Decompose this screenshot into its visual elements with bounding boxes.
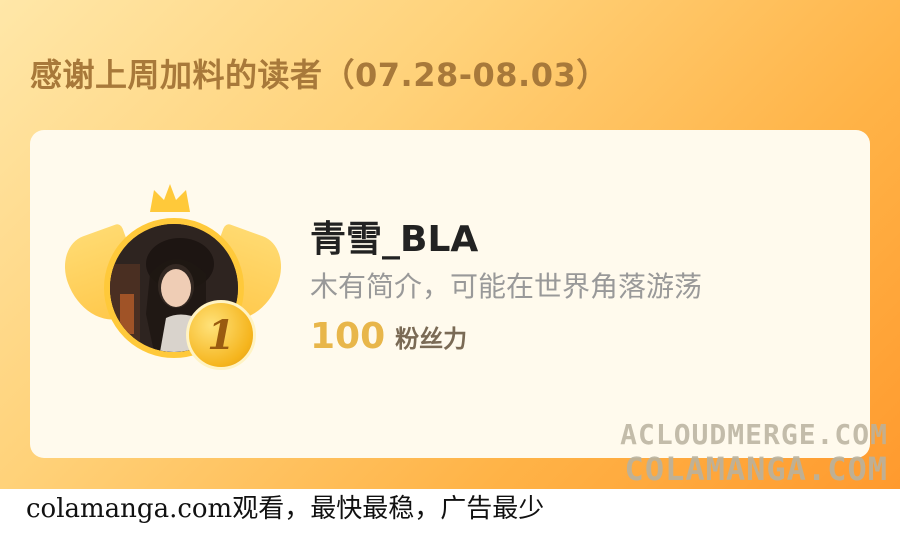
fans-power: 100 粉丝力 — [310, 316, 467, 357]
avatar-frame: 1 — [54, 182, 292, 372]
watermark-colamanga: COLAMANGA.COM — [624, 450, 888, 488]
reader-name[interactable]: 青雪_BLA — [310, 210, 478, 262]
footer-note: colamanga.com观看，最快最稳，广告最少 — [26, 494, 545, 524]
fans-label: 粉丝力 — [395, 325, 468, 353]
fans-count: 100 — [310, 316, 386, 357]
rank-badge: 1 — [186, 300, 256, 370]
watermark-acloudmerge: ACLOUDMERGE.COM — [620, 418, 888, 451]
thanks-banner: 感谢上周加料的读者（07.28-08.03） 1 青雪_BLA 木有简介，可能在… — [0, 0, 900, 489]
crown-icon — [150, 184, 190, 212]
reader-intro: 木有简介，可能在世界角落游荡 — [310, 270, 703, 303]
banner-title: 感谢上周加料的读者（07.28-08.03） — [30, 56, 609, 94]
